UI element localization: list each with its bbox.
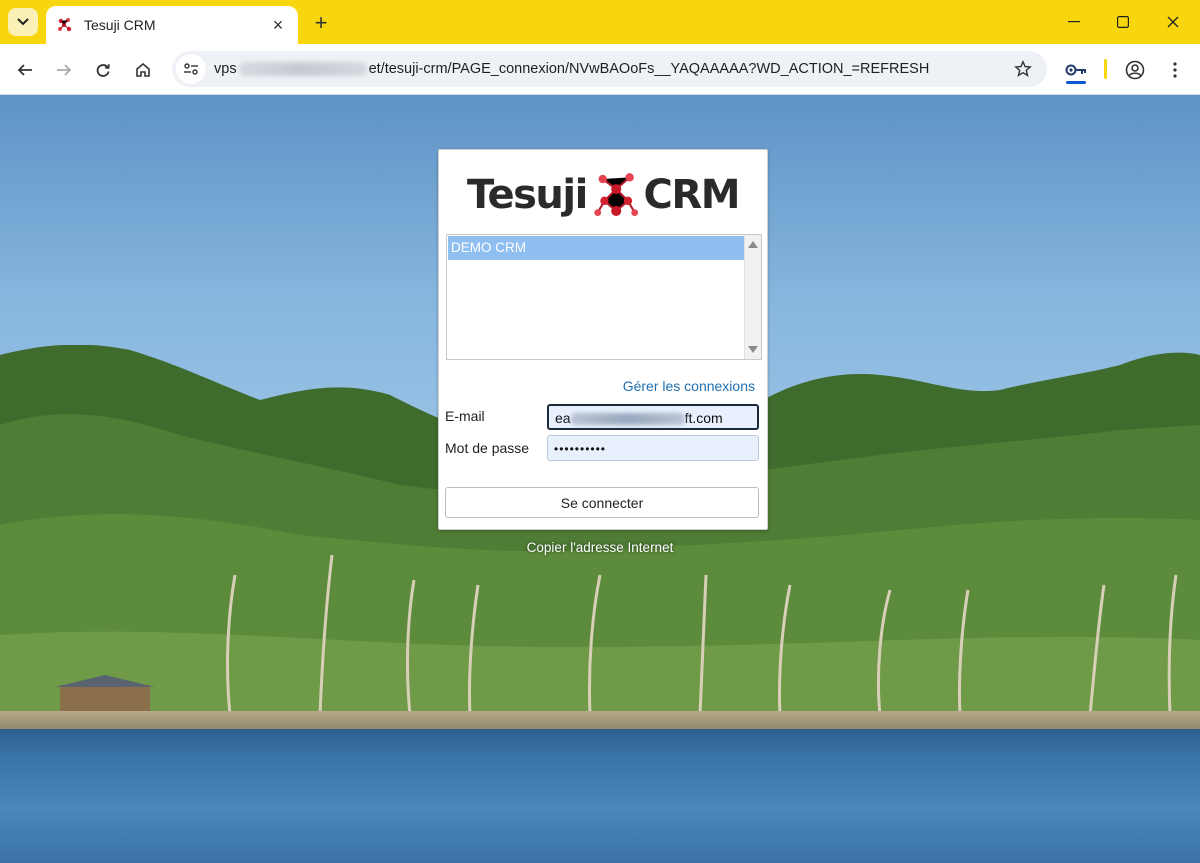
password-field[interactable]: •••••••••• [547, 435, 759, 461]
minimize-icon[interactable] [1057, 8, 1091, 36]
site-settings-icon[interactable] [176, 54, 206, 84]
list-scrollbar[interactable] [744, 235, 761, 359]
active-indicator [1066, 81, 1086, 84]
close-window-icon[interactable] [1156, 8, 1190, 36]
password-key-icon[interactable] [1062, 56, 1090, 84]
redacted-email [570, 413, 685, 426]
tesuji-favicon-icon [56, 16, 74, 34]
tab-title: Tesuji CRM [84, 17, 156, 33]
browser-toolbar: vps et/tesuji-crm/PAGE_connexion/NVwBAOoF… [0, 44, 1200, 95]
url-prefix: vps [214, 61, 237, 77]
new-tab-icon[interactable]: + [308, 10, 334, 36]
more-menu-icon[interactable] [1161, 56, 1189, 84]
url-text: vps et/tesuji-crm/PAGE_connexion/NVwBAOoF… [214, 61, 929, 77]
email-label: E-mail [445, 408, 485, 424]
home-icon[interactable] [129, 56, 157, 84]
reload-icon[interactable] [89, 56, 117, 84]
toolbar-separator [1104, 59, 1107, 79]
email-value-start: ea [555, 410, 571, 426]
copy-url-link[interactable]: Copier l'adresse Internet [0, 540, 1200, 555]
logo-text-right: CRM [643, 172, 741, 218]
login-button[interactable]: Se connecter [445, 487, 759, 518]
beach-strip [0, 711, 1200, 729]
maximize-icon[interactable] [1106, 8, 1140, 36]
url-path: et/tesuji-crm/PAGE_connexion/NVwBAOoFs__… [368, 61, 930, 77]
back-icon[interactable] [11, 56, 39, 84]
browser-tab[interactable]: Tesuji CRM × [46, 6, 298, 44]
address-bar[interactable]: vps et/tesuji-crm/PAGE_connexion/NVwBAOoF… [172, 51, 1047, 87]
tesuji-crm-logo: Tesuji CRM [467, 164, 741, 226]
scroll-down-icon[interactable] [748, 346, 758, 353]
browser-title-bar: Tesuji CRM × + [0, 0, 1200, 44]
profile-icon[interactable] [1121, 56, 1149, 84]
network-logo-icon [594, 173, 638, 216]
scroll-up-icon[interactable] [748, 241, 758, 248]
email-value-end: ft.com [684, 410, 723, 426]
water-background [0, 729, 1200, 863]
redacted-host [238, 62, 367, 77]
connection-list[interactable]: DEMO CRM [446, 234, 762, 360]
close-tab-icon[interactable]: × [268, 15, 288, 35]
manage-connections-link[interactable]: Gérer les connexions [623, 378, 755, 394]
logo-text-left: Tesuji [467, 172, 588, 218]
forward-icon[interactable] [50, 56, 78, 84]
login-card: Tesuji CRM DEMO CRM Gérer les connexions… [438, 149, 768, 530]
chevron-down-icon [17, 18, 29, 26]
password-label: Mot de passe [445, 440, 530, 456]
bookmark-star-icon[interactable] [1013, 59, 1033, 79]
list-item[interactable]: DEMO CRM [448, 236, 745, 260]
tab-search-button[interactable] [8, 8, 38, 36]
email-field[interactable]: ea ft.com [547, 404, 759, 430]
